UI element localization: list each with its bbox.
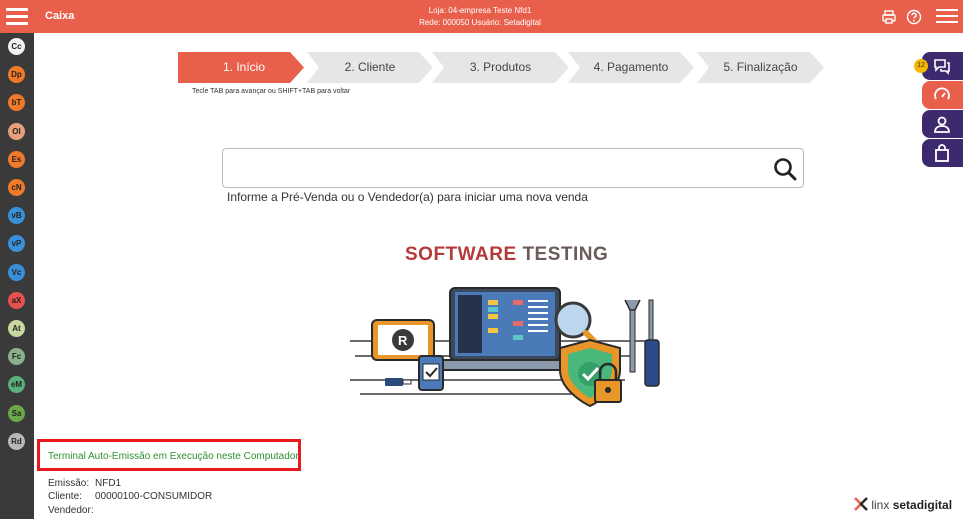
emission-label: Emissão:	[48, 478, 90, 489]
user-icon	[934, 116, 950, 133]
search-box[interactable]	[222, 148, 804, 188]
brand-logo: linx setadigital	[854, 497, 952, 512]
seller-row: Vendedor:	[48, 505, 94, 516]
seller-label: Vendedor:	[48, 505, 94, 516]
auto-emission-status: Terminal Auto-Emissão em Execução neste …	[37, 439, 301, 471]
dock-item-cc[interactable]: Cc	[8, 38, 25, 55]
illustration-title: SOFTWARE TESTING	[405, 244, 609, 265]
store-line: Loja: 04-empresa Teste Nfd1	[428, 6, 532, 15]
svg-text:R: R	[398, 333, 408, 348]
step-2[interactable]: 2. Cliente	[307, 52, 433, 83]
dock-item-ol[interactable]: Ol	[8, 122, 25, 140]
client-row: Cliente: 00000100-CONSUMIDOR	[48, 491, 212, 502]
user-button[interactable]	[922, 110, 963, 138]
search-icon[interactable]	[773, 157, 797, 181]
network-line: Rede: 000050 Usuário: Setadigital	[419, 18, 541, 27]
client-value: 00000100-CONSUMIDOR	[95, 491, 213, 502]
emission-row: Emissão: NFD1	[48, 478, 121, 489]
client-label: Cliente:	[48, 491, 82, 502]
chat-badge: 12	[914, 59, 928, 73]
step-1[interactable]: 1. Início	[178, 52, 304, 83]
stepper-hint: Tecle TAB para avançar ou SHIFT+TAB para…	[192, 88, 351, 95]
brand-prefix: linx	[871, 498, 890, 512]
emission-value: NFD1	[95, 478, 122, 489]
help-icon[interactable]	[906, 9, 922, 25]
dock-item-fc[interactable]: Fc	[8, 348, 25, 366]
step-label: 4. Pagamento	[593, 60, 669, 74]
dock-item-vb[interactable]: vB	[8, 207, 25, 225]
linx-logo-icon	[854, 497, 868, 511]
dock-item-cn[interactable]: cN	[8, 179, 25, 196]
chat-button[interactable]	[922, 52, 963, 80]
dock-item-dp[interactable]: Dp	[8, 66, 25, 84]
app-title: Caixa	[45, 10, 75, 22]
step-label: 2. Cliente	[344, 60, 396, 74]
dock-item-vp[interactable]: vP	[8, 235, 25, 253]
dock-item-at[interactable]: At	[8, 320, 25, 337]
dock-item-vc[interactable]: Vc	[8, 263, 25, 281]
step-label: 3. Produtos	[469, 60, 532, 74]
dock-item-rd[interactable]: Rd	[8, 432, 25, 450]
step-label: 1. Início	[222, 60, 266, 74]
search-help-text: Informe a Pré-Venda ou o Vendedor(a) par…	[227, 190, 588, 204]
store-info: Loja: 04-empresa Teste Nfd1 Rede: 000050…	[380, 5, 580, 29]
speedometer-icon	[934, 87, 950, 100]
printer-icon[interactable]	[881, 9, 897, 25]
step-5[interactable]: 5. Finalização	[697, 52, 824, 83]
auto-emission-text: Terminal Auto-Emissão em Execução neste …	[48, 451, 299, 462]
software-testing-illustration: SOFTWARE TESTING R	[345, 228, 675, 428]
dock-item-sa[interactable]: Sa	[8, 404, 25, 422]
speedometer-button[interactable]	[922, 81, 963, 109]
dock-item-es[interactable]: Es	[8, 150, 25, 168]
dock-item-ax[interactable]: aX	[8, 291, 25, 309]
shopping-bag-icon	[935, 144, 949, 162]
left-dock: Cc Dp bT Ol Es cN vB vP Vc aX At Fc eM Sa Rd	[0, 33, 34, 519]
chat-icon	[934, 59, 950, 75]
step-3[interactable]: 3. Produtos	[432, 52, 569, 83]
step-4[interactable]: 4. Pagamento	[568, 52, 694, 83]
brand-name: setadigital	[892, 498, 953, 512]
hamburger-right-icon[interactable]	[936, 9, 958, 25]
search-input[interactable]	[231, 155, 761, 181]
shopping-bag-button[interactable]	[922, 139, 963, 167]
step-label: 5. Finalização	[723, 60, 798, 74]
dock-item-em[interactable]: eM	[8, 376, 25, 394]
top-bar: Caixa Loja: 04-empresa Teste Nfd1 Rede: …	[0, 0, 963, 33]
dock-item-bt[interactable]: bT	[8, 94, 25, 112]
menu-icon[interactable]	[6, 8, 28, 26]
